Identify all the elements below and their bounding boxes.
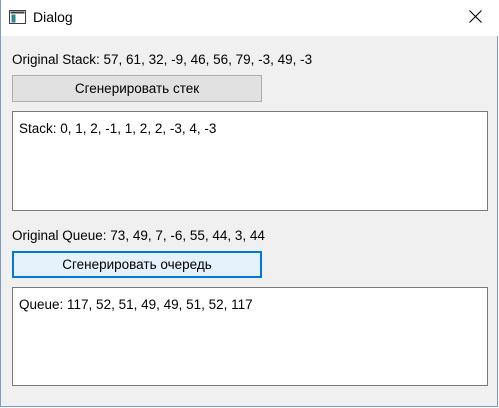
dialog-app-icon	[9, 10, 26, 24]
generate-queue-button[interactable]: Сгенерировать очередь	[12, 251, 262, 278]
original-stack-label: Original Stack: 57, 61, 32, -9, 46, 56, …	[12, 52, 313, 67]
stack-output-textbox[interactable]: Stack: 0, 1, 2, -1, 1, 2, 2, -3, 4, -3	[12, 111, 488, 211]
close-button[interactable]	[452, 0, 498, 36]
close-icon	[468, 10, 482, 26]
title-bar[interactable]: Dialog	[1, 0, 498, 36]
original-queue-label: Original Queue: 73, 49, 7, -6, 55, 44, 3…	[12, 228, 265, 243]
dialog-window: Dialog Original Stack: 57, 61, 32, -9, 4…	[0, 0, 498, 407]
generate-stack-button[interactable]: Сгенерировать стек	[12, 75, 262, 102]
queue-output-textbox[interactable]: Queue: 117, 52, 51, 49, 49, 51, 52, 117	[12, 287, 488, 386]
window-title: Dialog	[33, 9, 73, 25]
